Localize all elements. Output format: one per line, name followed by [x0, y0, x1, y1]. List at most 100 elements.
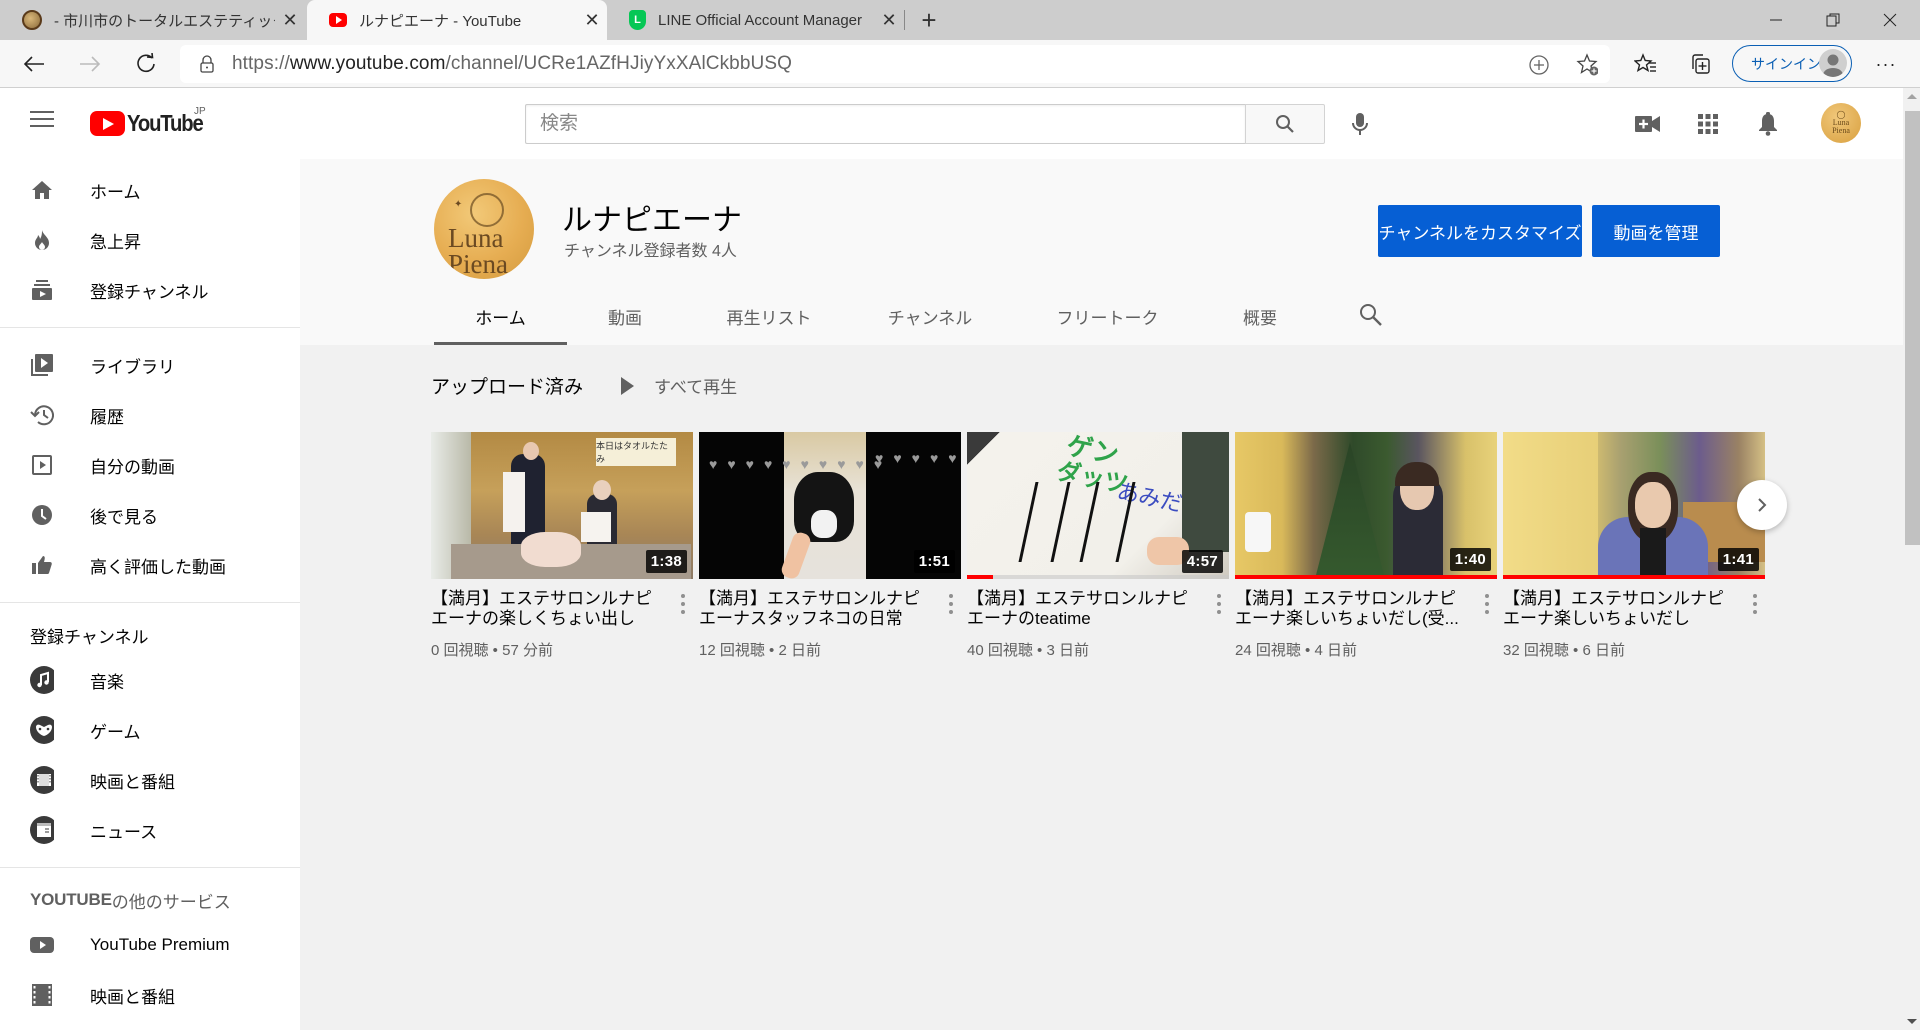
chevron-right-icon [1758, 498, 1767, 512]
add-favorite-icon[interactable] [1576, 53, 1598, 76]
close-tab-icon[interactable]: ✕ [874, 10, 904, 31]
video-thumbnail[interactable]: ♥♥♥♥♥♥♥♥♥♥ ♥♥♥♥♥♥♥♥♥♥♥ 1:51 [699, 432, 961, 579]
video-menu-icon[interactable] [1483, 592, 1491, 616]
search-input[interactable] [525, 104, 1245, 144]
channel-avatar[interactable]: ✦ Luna Piena [434, 179, 534, 279]
settings-more-button[interactable]: ··· [1870, 48, 1902, 80]
forward-button[interactable] [70, 44, 110, 84]
film-icon [30, 983, 54, 1007]
sidebar-item-movies[interactable]: 映画と番組 [0, 755, 300, 805]
profile-avatar-icon [1819, 49, 1847, 77]
refresh-button[interactable] [126, 44, 166, 84]
browser-tab-strip: - 市川市のトータルエステティックサロン ✕ ルナピエーナ - YouTube … [0, 0, 1920, 40]
luna-piena-favicon [22, 10, 42, 30]
video-card[interactable]: ♥♥♥♥♥♥♥♥♥♥ ♥♥♥♥♥♥♥♥♥♥♥ 1:51 【満月】エステサロンルナ… [699, 432, 961, 660]
close-tab-icon[interactable]: ✕ [275, 10, 305, 31]
video-card[interactable]: 本日はタオルたたみ 1:38 【満月】エステサロンルナピエーナの楽しくちょい出し… [431, 432, 693, 660]
search-button[interactable] [1245, 104, 1325, 144]
address-bar[interactable]: https://www.youtube.com/channel/UCRe1AZf… [180, 45, 1610, 83]
next-videos-button[interactable] [1737, 480, 1787, 530]
youtube-logo[interactable]: YouTube JP [90, 106, 213, 137]
video-thumbnail[interactable]: ゲン ダッツ あみだ 4:57 [967, 432, 1229, 579]
voice-search-button[interactable] [1340, 104, 1380, 144]
manage-videos-button[interactable]: 動画を管理 [1592, 205, 1720, 257]
sidebar-item-gaming[interactable]: ゲーム [0, 705, 300, 755]
tab-playlists[interactable]: 再生リスト [683, 287, 855, 345]
scroll-up-arrow-icon[interactable] [1907, 94, 1917, 99]
sidebar-item-your-videos[interactable]: 自分の動画 [0, 440, 300, 490]
signin-button[interactable]: サインイン [1732, 45, 1852, 82]
scrollbar-thumb[interactable] [1905, 111, 1920, 545]
video-menu-icon[interactable] [1215, 592, 1223, 616]
browser-tab-active[interactable]: ルナピエーナ - YouTube ✕ [307, 0, 607, 40]
channel-search-button[interactable] [1358, 302, 1386, 330]
browser-tab[interactable]: L LINE Official Account Manager ✕ [607, 0, 904, 40]
url-text[interactable]: https://www.youtube.com/channel/UCRe1AZf… [232, 53, 792, 75]
video-card[interactable]: ゲン ダッツ あみだ 4:57 【満月】エステサロンルナピエーナのteatime… [967, 432, 1229, 660]
video-thumbnail[interactable]: 1:41 [1503, 432, 1765, 579]
tab-home[interactable]: ホーム [434, 287, 567, 345]
notifications-button[interactable] [1748, 104, 1788, 144]
sidebar-item-youtube-premium[interactable]: YouTube Premium [0, 920, 300, 970]
collections-button[interactable] [1684, 48, 1716, 80]
sidebar-item-watch-later[interactable]: 後で見る [0, 490, 300, 540]
sidebar-item-label: 音楽 [90, 672, 124, 692]
sidebar-item-liked-videos[interactable]: 高く評価した動画 [0, 540, 300, 590]
video-title[interactable]: 【満月】エステサロンルナピエーナのteatime [967, 589, 1197, 629]
browser-toolbar: https://www.youtube.com/channel/UCRe1AZf… [0, 40, 1920, 88]
lock-icon[interactable] [198, 54, 216, 74]
line-favicon: L [629, 10, 646, 30]
collections-icon [1692, 54, 1710, 74]
browser-tab-title: - 市川市のトータルエステティックサロン [54, 12, 275, 30]
video-title[interactable]: 【満月】エステサロンルナピエーナ楽しいちょいだし [1503, 589, 1733, 629]
create-video-button[interactable] [1628, 104, 1668, 144]
watch-progress-bar [967, 575, 994, 579]
favorites-button[interactable] [1630, 48, 1662, 80]
sidebar-item-trending[interactable]: 急上昇 [0, 215, 300, 265]
play-all-button[interactable]: すべて再生 [621, 373, 737, 398]
sidebar-item-label: 自分の動画 [90, 457, 175, 477]
sidebar-item-history[interactable]: 履歴 [0, 390, 300, 440]
apps-button[interactable] [1688, 104, 1728, 144]
back-button[interactable] [14, 44, 54, 84]
video-card[interactable]: 1:40 【満月】エステサロンルナピエーナ楽しいちょいだし(受... 24 回視… [1235, 432, 1497, 660]
account-avatar[interactable]: ◯ Luna Piena [1821, 103, 1861, 143]
hamburger-menu-icon[interactable] [30, 111, 54, 129]
minimize-button[interactable] [1748, 0, 1804, 40]
sidebar-item-home[interactable]: ホーム [0, 165, 300, 215]
sidebar-item-label: ニュース [90, 822, 158, 842]
customize-channel-button[interactable]: チャンネルをカスタマイズ [1378, 205, 1582, 257]
sidebar-item-library[interactable]: ライブラリ [0, 340, 300, 390]
tab-about[interactable]: 概要 [1210, 287, 1310, 345]
video-menu-icon[interactable] [1751, 592, 1759, 616]
forward-arrow-icon [80, 56, 101, 72]
browser-tab[interactable]: - 市川市のトータルエステティックサロン ✕ [0, 0, 305, 40]
add-app-icon[interactable] [1528, 54, 1550, 76]
video-thumbnail[interactable]: 本日はタオルたたみ 1:38 [431, 432, 693, 579]
video-title[interactable]: 【満月】エステサロンルナピエーナの楽しくちょい出し [431, 589, 661, 629]
video-thumbnail[interactable]: 1:40 [1235, 432, 1497, 579]
subscriber-count: チャンネル登録者数 4人 [564, 243, 737, 260]
video-meta: 0 回視聴 • 57 分前 [431, 642, 553, 659]
tab-videos[interactable]: 動画 [567, 287, 683, 345]
new-tab-button[interactable]: + [914, 0, 944, 40]
tab-community[interactable]: フリートーク [1005, 287, 1210, 345]
video-title[interactable]: 【満月】エステサロンルナピエーナ楽しいちょいだし(受... [1235, 589, 1465, 629]
close-window-button[interactable] [1862, 0, 1918, 40]
browser-tab-title: LINE Official Account Manager [658, 11, 862, 29]
uploads-title[interactable]: アップロード済み [431, 372, 583, 399]
sidebar-item-music[interactable]: 音楽 [0, 655, 300, 705]
video-title[interactable]: 【満月】エステサロンルナピエーナスタッフネコの日常 [699, 589, 929, 629]
page-scrollbar[interactable] [1903, 88, 1920, 1030]
microphone-icon [1352, 113, 1368, 135]
tab-channels[interactable]: チャンネル [855, 287, 1005, 345]
sidebar-item-subscriptions[interactable]: 登録チャンネル [0, 265, 300, 315]
sidebar-item-movies-shows[interactable]: 映画と番組 [0, 970, 300, 1020]
video-menu-icon[interactable] [947, 592, 955, 616]
video-card[interactable]: 1:41 【満月】エステサロンルナピエーナ楽しいちょいだし 32 回視聴 • 6… [1503, 432, 1765, 660]
close-tab-icon[interactable]: ✕ [577, 10, 607, 31]
video-menu-icon[interactable] [679, 592, 687, 616]
restore-button[interactable] [1805, 0, 1861, 40]
scroll-down-arrow-icon[interactable] [1907, 1019, 1917, 1024]
sidebar-item-news[interactable]: ニュース [0, 805, 300, 855]
